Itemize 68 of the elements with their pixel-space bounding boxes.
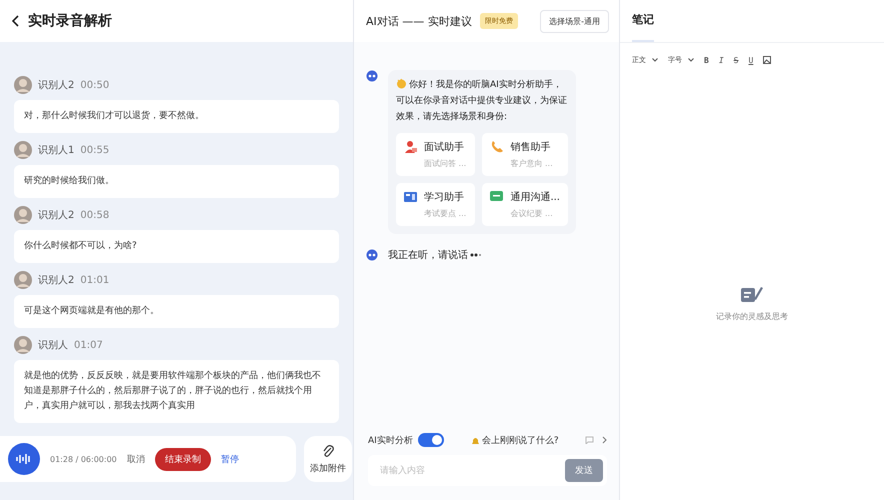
- suggestion-chip[interactable]: 会上刚刚说了什么?: [470, 434, 559, 446]
- panel-title: AI对话 —— 实时建议: [366, 14, 472, 28]
- bot-icon: [366, 249, 378, 261]
- bot-icon: [366, 70, 378, 82]
- bell-icon: [470, 436, 480, 444]
- assistant-description: 考试要点 ...: [424, 208, 468, 219]
- assistant-title: 学习助手: [424, 190, 465, 204]
- assistant-card[interactable]: 通用沟通... 会议纪要 ...: [482, 183, 568, 226]
- page-title: 实时录音解析: [28, 12, 112, 30]
- speaker-name: 识别人: [38, 339, 68, 352]
- interviewer-icon: [404, 140, 418, 154]
- paperclip-icon: [322, 444, 334, 458]
- chat-icon: [490, 190, 504, 204]
- stop-recording-button[interactable]: 结束录制: [154, 448, 211, 470]
- image-icon[interactable]: [763, 56, 772, 64]
- avatar-icon: [14, 141, 32, 159]
- chevron-down-icon: [688, 58, 694, 62]
- speaker-name: 识别人2: [38, 274, 74, 287]
- assistant-card[interactable]: 学习助手 考试要点 ...: [396, 183, 476, 226]
- timestamp: 00:55: [80, 144, 110, 156]
- assistant-title: 销售助手: [510, 140, 552, 154]
- assistant-description: 会议纪要 ...: [510, 208, 554, 219]
- back-icon[interactable]: [12, 15, 20, 27]
- assistant-card[interactable]: 面试助手 面试问答 ...: [396, 133, 476, 176]
- note-edit-icon: [741, 285, 763, 303]
- listening-message: 我正在听，请说话: [388, 248, 468, 262]
- timestamp: 00:58: [80, 210, 110, 220]
- greeting-message: 你好！我是你的听脑AI实时分析助手，可以在你录音对话中提供专业建议，为保证效果，请先选择场景和身份:: [396, 77, 568, 124]
- avatar-icon: [14, 206, 32, 224]
- pause-button[interactable]: 暂停: [220, 452, 239, 466]
- add-attachment-button[interactable]: 添加附件: [304, 436, 352, 482]
- assistant-card[interactable]: 销售助手 客户意向 ...: [482, 133, 568, 176]
- timestamp: 01:01: [80, 274, 110, 286]
- notes-tab[interactable]: 笔记: [632, 12, 654, 42]
- board-icon: [404, 190, 418, 204]
- avatar-icon: [14, 271, 32, 289]
- transcript-message: 你什么时候都不可以，为啥?: [14, 230, 339, 263]
- bold-button[interactable]: B: [704, 56, 709, 64]
- phone-icon: [490, 140, 504, 154]
- assistant-title: 面试助手: [424, 140, 465, 154]
- assistant-description: 面试问答 ...: [424, 158, 468, 169]
- avatar-icon: [14, 76, 32, 94]
- speaker-name: 识别人2: [38, 79, 74, 92]
- transcript-message: 研究的时候给我们做。: [14, 165, 339, 198]
- assistant-description: 客户意向 ...: [510, 158, 554, 169]
- waveform-icon: [16, 453, 32, 465]
- toggle-switch[interactable]: [418, 433, 444, 447]
- underline-button[interactable]: U: [748, 56, 754, 64]
- speaker-name: 识别人2: [38, 209, 74, 222]
- avatar-icon: [14, 336, 32, 354]
- realtime-analysis-label: AI实时分析: [368, 434, 413, 446]
- speaker-name: 识别人1: [38, 144, 74, 157]
- recording-time: 01:28 / 06:00:00: [50, 454, 117, 464]
- italic-button[interactable]: I: [718, 56, 724, 64]
- transcript-message: 可是这个网页端就是有他的那个。: [14, 295, 339, 328]
- recording-button[interactable]: [8, 443, 40, 475]
- typing-dots-icon: [470, 253, 482, 257]
- chevron-right-icon[interactable]: [602, 436, 607, 444]
- scene-select-button[interactable]: 选择场景-通用: [540, 10, 609, 32]
- chevron-down-icon: [652, 58, 658, 62]
- cancel-button[interactable]: 取消: [126, 452, 145, 466]
- timestamp: 00:50: [80, 80, 110, 90]
- empty-notes-hint: 记录你的灵感及思考: [716, 311, 788, 322]
- assistant-title: 通用沟通...: [510, 190, 560, 204]
- transcript-message: 就是他的优势，反反反映，就是要用软件端那个板块的产品，他们俩我也不知道是那胖子什么的，然后那胖子说了的，胖子说的也行，然后就找个用户，真实用户就可以，那我去找两个真实用: [14, 360, 339, 423]
- transcript-message: 对，那什么时候我们才可以退货，要不然做。: [14, 100, 339, 133]
- strike-button[interactable]: S: [734, 56, 738, 64]
- timestamp: 01:07: [74, 340, 103, 350]
